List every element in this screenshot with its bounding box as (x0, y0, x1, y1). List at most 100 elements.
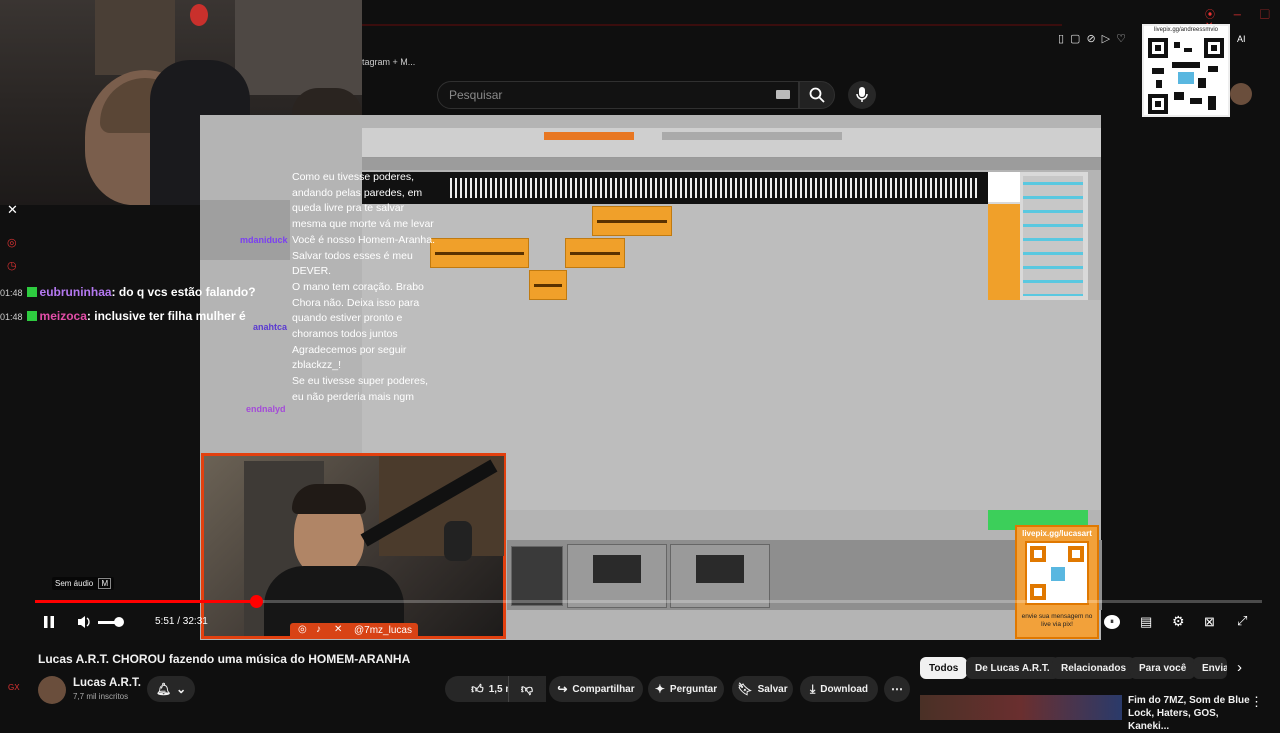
chat-line: DEVER. (292, 265, 332, 278)
chat-line: eu não perderia mais ngm (292, 390, 414, 403)
mask-decoration (190, 4, 208, 26)
daw-timeline-ruler (362, 158, 1101, 170)
waveform (450, 178, 980, 198)
ask-button[interactable]: ✦ Perguntar (648, 676, 724, 702)
dislike-button[interactable]: 👎︎ (508, 676, 545, 702)
save-button[interactable]: 🔖︎ Salvar (732, 676, 793, 702)
chat-line: Chora não. Deixa isso para (292, 296, 420, 309)
qr-corner (1030, 584, 1046, 600)
chip-all[interactable]: Todos (920, 657, 968, 679)
social-handle-bar: ◎ ♪ ✕ @7mz_lucas (290, 623, 418, 639)
chevron-right-icon[interactable]: › (1237, 659, 1242, 676)
progress-scrubber[interactable] (250, 595, 263, 608)
qr-bottom-caption: envie sua mensagem no live via pix! (1021, 613, 1093, 628)
tooltip-text: Sem áudio (55, 579, 94, 588)
headphones (292, 88, 362, 118)
chat-line: andando pelas paredes, em (292, 186, 423, 199)
autoplay-toggle[interactable]: ⏸ (1104, 615, 1120, 629)
background-wall (235, 0, 362, 95)
chat-username: anahtca (253, 322, 288, 332)
chat-time: 01:48 (0, 312, 23, 322)
more-vertical-icon[interactable]: ⋮ (1250, 694, 1263, 710)
subtitles-icon[interactable]: ▤ (1140, 614, 1152, 630)
chat-line: zblackzz_! (292, 359, 342, 372)
chat-overlay: 01:48 eubruninhaa: do q vcs estão falando… (0, 285, 256, 323)
chip-for-you[interactable]: Para você (1130, 657, 1196, 679)
qr-pattern (1025, 541, 1089, 605)
more-actions-button[interactable]: ⋯ (884, 676, 910, 702)
pause-button[interactable] (42, 614, 56, 630)
ai-label[interactable]: AI (1237, 34, 1246, 44)
more-horizontal-icon: ⋯ (891, 682, 903, 696)
audio-clip (529, 270, 567, 300)
chat-username: endnalyd (246, 404, 286, 414)
search-button[interactable] (799, 81, 835, 109)
bell-icon: 🔔︎ (155, 682, 172, 696)
vu-meter (696, 555, 744, 583)
track-heads (988, 204, 1020, 300)
download-button[interactable]: ⤓ Download (800, 676, 878, 702)
browser-tab-title[interactable]: tagram + M... (362, 57, 415, 67)
chat-line: queda livre pra te salvar (292, 202, 405, 215)
stream-chat-panel: Como eu tivesse poderes, andando pelas p… (292, 170, 472, 440)
track-head-selected (988, 172, 1020, 202)
mixer-strips (1023, 176, 1083, 296)
daw-mixer-controls (988, 172, 1088, 300)
browser-tab-strip (362, 24, 1062, 26)
chat-line: mesma que morte vá me levar (292, 218, 434, 231)
chat-overlay-line: 01:48 eubruninhaa: do q vcs estão falando… (0, 285, 256, 299)
daw-browser-panel (200, 200, 290, 260)
mute-button[interactable] (76, 614, 94, 630)
video-title: Lucas A.R.T. CHOROU fazendo uma música d… (38, 652, 411, 666)
fullscreen-icon[interactable]: ⤢ (1237, 613, 1247, 629)
share-icon: ↪ (557, 682, 568, 696)
voice-search-button[interactable] (848, 81, 876, 109)
chat-line: Se eu tivesse super poderes, (292, 375, 428, 388)
record-icon: ◎ (7, 237, 17, 249)
sparkle-icon: ✦ (654, 682, 665, 696)
timer-icon: ◷ (7, 260, 17, 272)
subscriber-count: 7,7 mil inscritos (73, 692, 129, 701)
pause-icon (44, 616, 54, 628)
share-button[interactable]: ↪ Compartilhar (549, 676, 643, 702)
artist-webcam (201, 453, 506, 639)
qr-corner (1068, 546, 1084, 562)
channel-name[interactable]: Lucas A.R.T. (73, 677, 141, 689)
subscribed-button[interactable]: 🔔︎ ⌄ (147, 676, 195, 702)
artist-hair (292, 484, 366, 514)
close-icon[interactable]: ✕ (7, 202, 18, 218)
kick-badge-icon (26, 311, 37, 321)
chat-line: Como eu tivesse poderes, (292, 171, 414, 183)
device-panel (511, 546, 563, 606)
chat-message: do q vcs estão falando? (118, 285, 256, 299)
related-video-title[interactable]: Fim do 7MZ, Som de Blue Lock, Haters, GO… (1128, 694, 1258, 733)
chat-line: quando estiver pronto e (292, 312, 403, 325)
qr-code-bottom: livepix.gg/lucasart envie sua mensagem n… (1015, 525, 1099, 639)
figure-shelf (95, 0, 175, 75)
instagram-icon: ◎ (298, 624, 307, 635)
volume-icon (78, 616, 90, 628)
chat-overlay-line: 01:48 meizoca: inclusive ter filha mulher… (0, 309, 246, 323)
theater-mode-icon[interactable]: ⊠ (1204, 614, 1215, 630)
daw-transport-bar (362, 128, 1101, 158)
daw-toolbar (662, 132, 842, 140)
download-label: Download (820, 683, 869, 695)
account-avatar[interactable] (1230, 83, 1252, 105)
audio-clip (592, 206, 672, 236)
volume-knob[interactable] (114, 617, 124, 627)
audio-clip (565, 238, 625, 268)
related-video-thumbnail[interactable] (920, 695, 1122, 720)
chip-related[interactable]: Relacionados (1052, 657, 1136, 679)
chip-channel[interactable]: De Lucas A.R.T. (966, 657, 1059, 679)
settings-gear-icon[interactable]: ⚙ (1172, 613, 1185, 630)
search-input[interactable]: Pesquisar (437, 81, 799, 109)
chat-line: Agradecemos por seguir (292, 343, 407, 356)
qr-corner (1030, 546, 1046, 562)
channel-avatar[interactable] (38, 676, 66, 704)
chip-uploaded[interactable]: Envia (1193, 657, 1227, 679)
compressor-device (567, 544, 667, 608)
time-display: 5:51 / 32:31 (155, 616, 208, 627)
shortcut-key: M (98, 578, 112, 589)
chat-line: choramos todos juntos (292, 328, 398, 341)
keyboard-icon[interactable] (776, 90, 790, 99)
